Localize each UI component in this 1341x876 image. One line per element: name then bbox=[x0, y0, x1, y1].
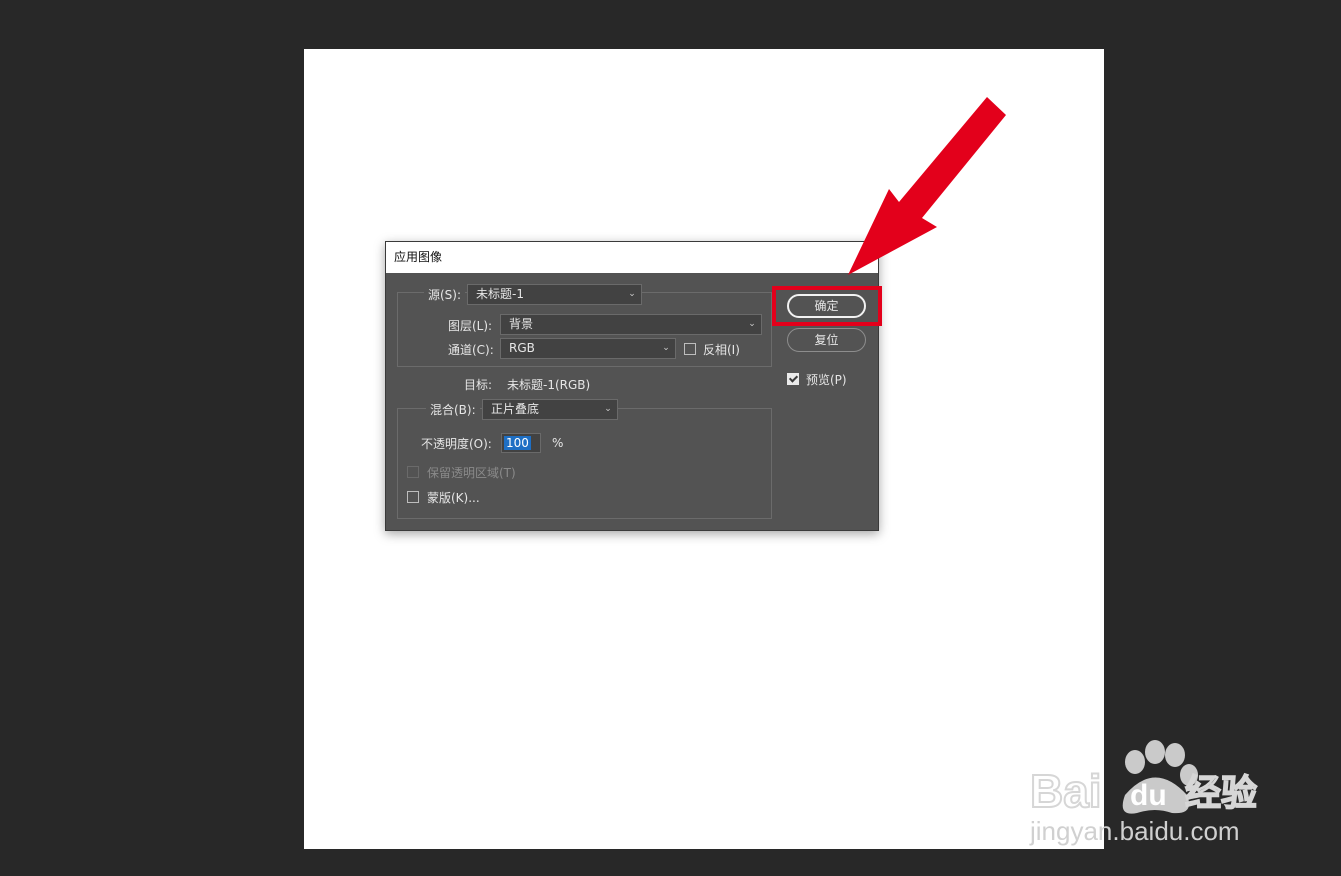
blending-select[interactable]: 正片叠底 ⌄ bbox=[482, 399, 618, 420]
layer-select[interactable]: 背景 ⌄ bbox=[500, 314, 762, 335]
preview-label[interactable]: 预览(P) bbox=[806, 371, 847, 388]
chevron-down-icon: ⌄ bbox=[628, 289, 636, 299]
dialog-title: 应用图像 bbox=[386, 242, 878, 273]
preview-checkbox[interactable] bbox=[787, 373, 799, 385]
reset-button[interactable]: 复位 bbox=[787, 328, 866, 352]
blending-value: 正片叠底 bbox=[491, 402, 540, 416]
ok-button-highlight bbox=[772, 286, 882, 326]
opacity-value: 100 bbox=[504, 436, 531, 450]
preserve-transparency-label: 保留透明区域(T) bbox=[427, 466, 516, 480]
svg-text:du: du bbox=[1130, 779, 1167, 812]
layer-value: 背景 bbox=[509, 317, 534, 331]
baidu-jingyan-watermark: Bai du 经验 jingyan.baidu.com bbox=[1029, 740, 1258, 846]
channel-label: 通道(C): bbox=[448, 343, 494, 357]
channel-value: RGB bbox=[509, 341, 535, 355]
target-label: 目标: bbox=[464, 378, 493, 392]
mask-label[interactable]: 蒙版(K)... bbox=[427, 489, 480, 506]
preserve-transparency-checkbox[interactable] bbox=[407, 466, 419, 478]
layer-label: 图层(L): bbox=[448, 319, 493, 333]
chevron-down-icon: ⌄ bbox=[748, 319, 756, 329]
opacity-label: 不透明度(O): bbox=[421, 437, 492, 451]
chevron-down-icon: ⌄ bbox=[662, 343, 670, 353]
red-arrow-icon bbox=[848, 97, 1006, 275]
svg-text:Bai: Bai bbox=[1030, 765, 1102, 817]
target-value: 未标题-1(RGB) bbox=[507, 378, 591, 392]
mask-checkbox[interactable] bbox=[407, 491, 419, 503]
source-value: 未标题-1 bbox=[476, 287, 524, 301]
source-label: 源(S): bbox=[424, 286, 466, 303]
blending-label: 混合(B): bbox=[426, 401, 480, 418]
apply-image-dialog: 应用图像 源(S): 未标题-1 ⌄ 图层(L): 背景 ⌄ 通道(C): RG… bbox=[385, 241, 879, 531]
invert-label[interactable]: 反相(I) bbox=[703, 341, 740, 358]
source-select[interactable]: 未标题-1 ⌄ bbox=[467, 284, 642, 305]
channel-select[interactable]: RGB ⌄ bbox=[500, 338, 676, 359]
opacity-unit: % bbox=[552, 436, 564, 450]
svg-text:经验: 经验 bbox=[1185, 773, 1257, 814]
chevron-down-icon: ⌄ bbox=[604, 404, 612, 414]
watermark-url: jingyan.baidu.com bbox=[1029, 816, 1240, 846]
opacity-input[interactable]: 100 bbox=[501, 433, 541, 453]
invert-checkbox[interactable] bbox=[684, 343, 696, 355]
